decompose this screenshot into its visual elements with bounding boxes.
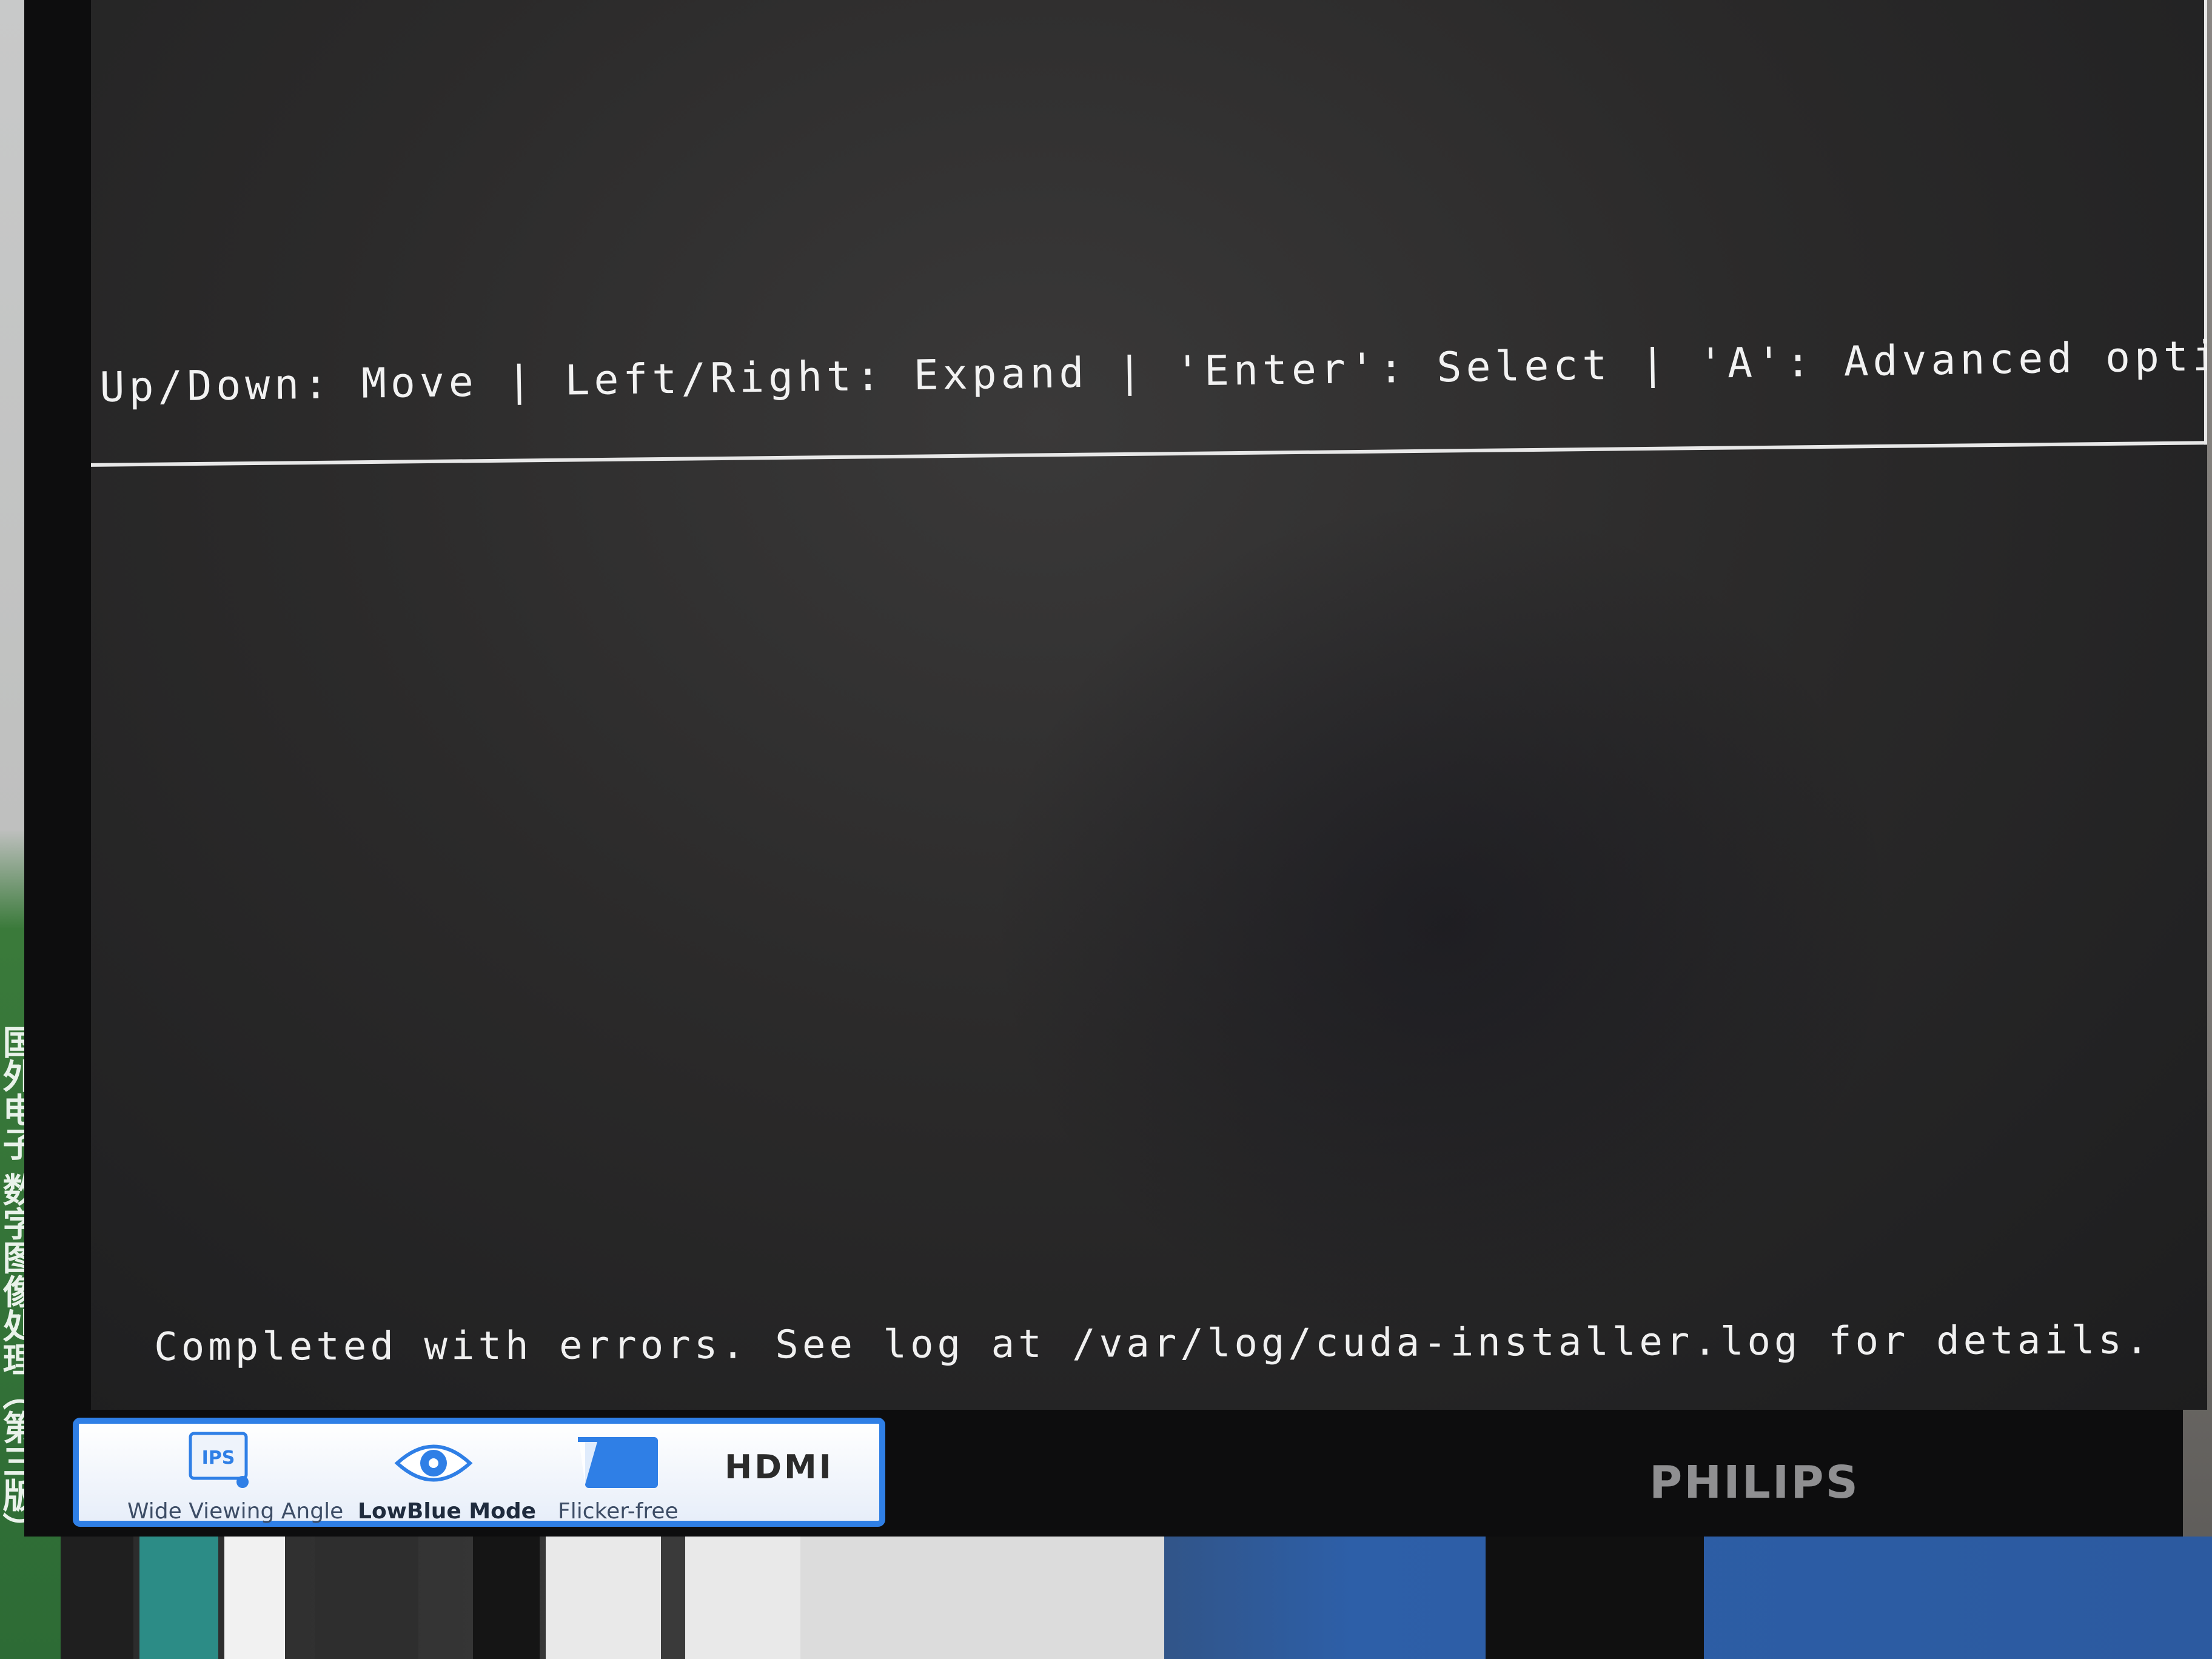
feature-label-flicker-free: Flicker-free bbox=[558, 1499, 679, 1524]
book-spine bbox=[473, 1537, 540, 1659]
book-spine bbox=[546, 1537, 661, 1659]
feature-label-lowblue: LowBlue Mode bbox=[358, 1499, 537, 1524]
hdmi-logo: HDMI bbox=[725, 1448, 834, 1486]
book-spine bbox=[61, 1537, 133, 1659]
flicker-free-icon bbox=[573, 1430, 664, 1499]
monitor-stand bbox=[1486, 1537, 1704, 1659]
book-spine bbox=[315, 1537, 418, 1659]
book-spine bbox=[685, 1537, 800, 1659]
svg-text:IPS: IPS bbox=[202, 1447, 235, 1469]
ips-icon: IPS bbox=[182, 1430, 255, 1499]
shell-prompt: root@linux:/home/dandri/Downloads# bbox=[297, 1404, 1215, 1410]
book-spine bbox=[224, 1537, 285, 1659]
book-spine bbox=[139, 1537, 218, 1659]
monitor: Up/Down: Move | Left/Right: Expand | 'En… bbox=[24, 0, 2207, 1537]
eye-icon bbox=[391, 1430, 476, 1499]
feature-label-wide-viewing: Wide Viewing Angle bbox=[127, 1499, 344, 1524]
shell-prompt-line[interactable]: root@linux:/home/dandri/Downloads# bbox=[135, 1359, 1236, 1410]
monitor-brand-logo: PHILIPS bbox=[1649, 1456, 1860, 1509]
terminal-screen[interactable]: Up/Down: Move | Left/Right: Expand | 'En… bbox=[91, 0, 2207, 1410]
feature-sticker: IPS Wide Viewing Angle LowBlue Mode Flic… bbox=[73, 1418, 885, 1527]
paper-box bbox=[800, 1537, 1164, 1659]
screen-reflection bbox=[988, 497, 1898, 1346]
text-cursor bbox=[1215, 1407, 1236, 1410]
